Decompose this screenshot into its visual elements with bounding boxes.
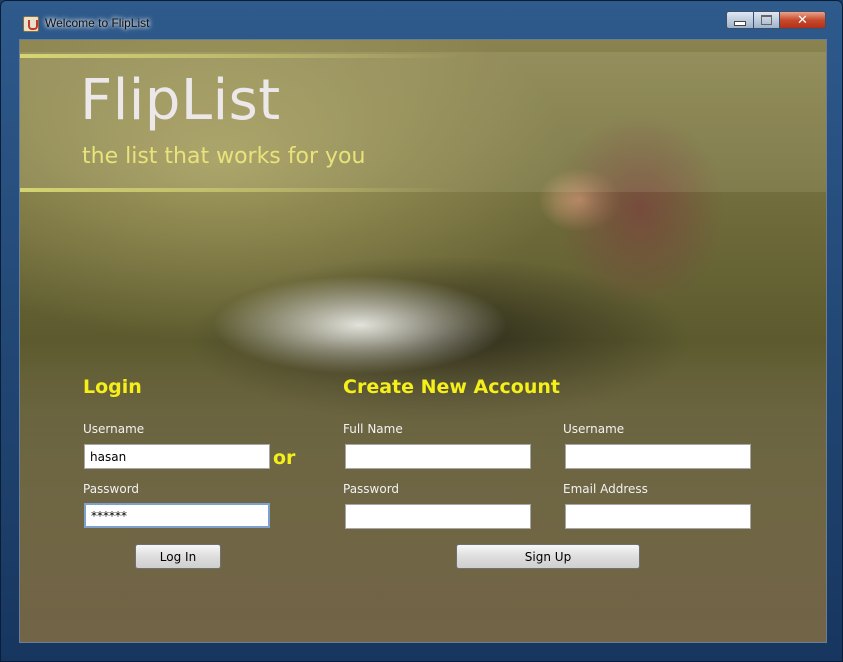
login-username-label: Username	[83, 422, 145, 436]
banner-top-line	[20, 54, 460, 58]
signup-email-label: Email Address	[563, 482, 648, 496]
maximize-button[interactable]	[754, 11, 780, 29]
signup-fullname-label: Full Name	[343, 422, 403, 436]
login-heading: Login	[83, 376, 142, 398]
signup-heading: Create New Account	[343, 376, 560, 398]
app-window: Welcome to FlipList ✕ FlipList the list …	[0, 0, 843, 662]
signup-button[interactable]: Sign Up	[456, 544, 640, 569]
signup-username-input[interactable]	[565, 444, 751, 469]
close-icon: ✕	[797, 12, 808, 28]
window-title: Welcome to FlipList	[45, 16, 150, 30]
signup-password-label: Password	[343, 482, 400, 496]
signup-username-label: Username	[563, 422, 625, 436]
signup-fullname-input[interactable]	[345, 444, 531, 469]
title-bar[interactable]: Welcome to FlipList ✕	[1, 1, 843, 35]
login-password-label: Password	[83, 482, 140, 496]
signup-email-input[interactable]	[565, 504, 751, 529]
maximize-icon	[761, 15, 772, 25]
java-app-icon[interactable]	[23, 16, 39, 32]
minimize-icon	[734, 20, 746, 26]
or-separator: or	[273, 447, 296, 469]
app-tagline: the list that works for you	[82, 144, 366, 169]
caption-buttons: ✕	[726, 11, 826, 31]
app-logo: FlipList	[80, 68, 281, 133]
signup-password-input[interactable]	[345, 504, 531, 529]
login-password-input[interactable]	[84, 503, 270, 528]
close-button[interactable]: ✕	[780, 11, 826, 29]
login-username-input[interactable]	[84, 444, 270, 469]
minimize-button[interactable]	[726, 11, 754, 29]
banner-bottom-line	[20, 188, 460, 192]
login-button[interactable]: Log In	[135, 544, 221, 569]
